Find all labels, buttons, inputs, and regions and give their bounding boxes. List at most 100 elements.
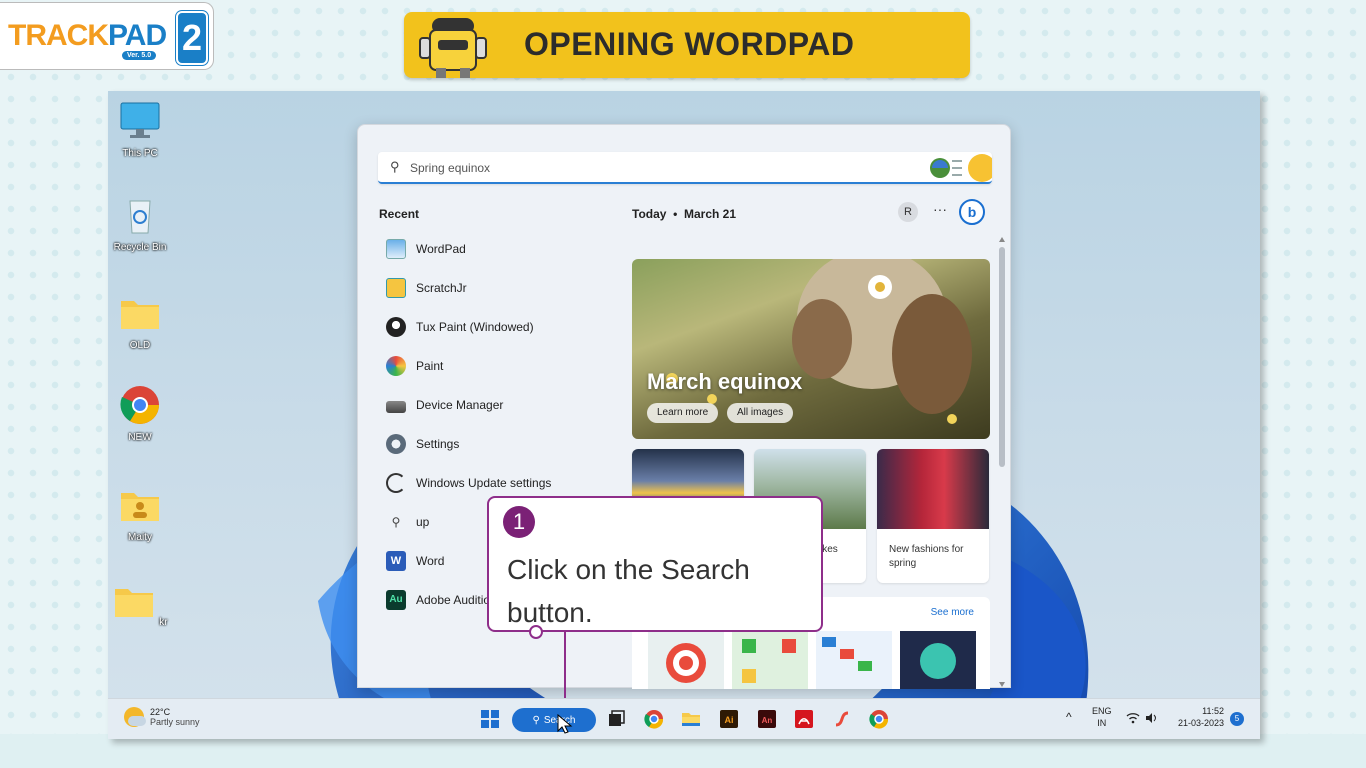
recent-item-word[interactable]: W Word xyxy=(386,549,444,573)
learn-more-button[interactable]: Learn more xyxy=(647,403,719,423)
recycle-bin-icon xyxy=(129,200,151,234)
desktop-icon-label: OLD xyxy=(129,340,151,351)
weather-condition: Partly sunny xyxy=(150,717,200,727)
recent-item-label: up xyxy=(416,515,430,529)
fashion-image xyxy=(877,449,989,529)
svg-text:Ai: Ai xyxy=(725,715,734,725)
refresh-icon xyxy=(386,473,406,493)
windows-start-icon[interactable] xyxy=(480,709,500,729)
logo-accent: PAD xyxy=(108,19,167,52)
recent-item-paint[interactable]: Paint xyxy=(386,354,443,378)
weather-temp: 22°C xyxy=(150,707,171,717)
animate-icon[interactable]: An xyxy=(757,709,777,729)
svg-text:An: An xyxy=(762,716,773,725)
recent-item-scratchjr[interactable]: ScratchJr xyxy=(386,276,467,300)
recent-item-adobe-audition[interactable]: Au Adobe Auditio xyxy=(386,588,490,612)
banner-title: OPENING WORDPAD xyxy=(524,26,855,62)
task-view-icon[interactable] xyxy=(606,709,626,729)
today-date: March 21 xyxy=(684,207,737,221)
news-card-fashion[interactable]: New fashions for spring xyxy=(877,449,989,583)
hero-title: March equinox xyxy=(647,369,803,394)
weather-widget[interactable]: 22°C Partly sunny xyxy=(124,707,200,727)
desktop-icon-this-pc[interactable]: This PC xyxy=(112,101,168,159)
search-icon: ⚲ xyxy=(391,515,401,529)
wifi-icon[interactable] xyxy=(1126,711,1140,725)
callout-pin xyxy=(529,625,543,639)
instruction-text: Click on the Search button. xyxy=(507,554,750,628)
search-input[interactable] xyxy=(410,158,910,178)
search-icon: ⚲ xyxy=(390,159,400,174)
trackpad-logo: TRACKPAD Ver. 5.0 2 xyxy=(0,2,214,70)
clock-date: 21-03-2023 xyxy=(1177,718,1224,728)
clock-time: 11:52 xyxy=(1202,706,1224,716)
desktop-icon-kr[interactable]: kr xyxy=(112,581,168,628)
callout-pointer-line xyxy=(564,632,566,698)
more-options-icon[interactable]: ··· xyxy=(933,201,947,217)
chrome-icon[interactable] xyxy=(644,709,664,729)
desktop-icon-label: kr xyxy=(159,617,168,628)
notification-badge[interactable]: 5 xyxy=(1230,712,1244,726)
recent-item-label: Paint xyxy=(416,359,444,373)
recent-heading: Recent xyxy=(379,207,420,221)
language-indicator[interactable]: ENG IN xyxy=(1092,705,1112,729)
recent-item-label: Word xyxy=(416,554,445,568)
gear-icon xyxy=(386,434,406,454)
hero-card[interactable]: March equinox Learn more All images xyxy=(632,259,990,439)
recent-item-label: WordPad xyxy=(416,242,466,256)
recent-item-device-manager[interactable]: Device Manager xyxy=(386,393,503,417)
taskbar-search-button[interactable]: ⚲ Search xyxy=(512,708,596,732)
desktop-icon-label: This PC xyxy=(122,148,158,159)
desktop-icon-recycle-bin[interactable]: Recycle Bin xyxy=(112,195,168,253)
instruction-callout: 1 Click on the Search button. xyxy=(487,496,823,632)
recent-item-up[interactable]: ⚲ up xyxy=(386,510,430,534)
user-avatar[interactable]: R xyxy=(898,202,918,222)
desktop-icon-label: Maity xyxy=(128,532,152,543)
chrome-profile-icon[interactable] xyxy=(869,709,889,729)
acrobat-icon[interactable] xyxy=(794,709,814,729)
robot-mascot-icon xyxy=(419,18,487,78)
recent-item-tux-paint[interactable]: Tux Paint (Windowed) xyxy=(386,315,534,339)
language-region: IN xyxy=(1097,718,1107,728)
wordpad-icon xyxy=(386,239,406,259)
illustrator-icon[interactable]: Ai xyxy=(719,709,739,729)
folder-icon xyxy=(121,301,159,329)
bing-icon[interactable]: b xyxy=(959,199,985,225)
chevron-up-icon[interactable]: ^ xyxy=(1066,711,1072,723)
desktop-icon-maity[interactable]: Maity xyxy=(112,485,168,543)
recent-item-windows-update[interactable]: Windows Update settings xyxy=(386,471,551,495)
panel-scrollbar[interactable] xyxy=(998,237,1006,687)
partly-sunny-icon xyxy=(124,707,146,727)
desktop-icon-new[interactable]: NEW xyxy=(112,385,168,443)
recent-item-label: Settings xyxy=(416,437,460,451)
mouse-cursor-icon xyxy=(557,713,573,734)
recent-item-settings[interactable]: Settings xyxy=(386,432,459,456)
clock[interactable]: 11:52 21-03-2023 xyxy=(1170,705,1224,729)
logo-version: Ver. 5.0 xyxy=(122,51,157,60)
step-number: 1 xyxy=(503,506,535,538)
paint-icon xyxy=(386,356,406,376)
desktop-icon-old[interactable]: OLD xyxy=(112,293,168,351)
word-icon: W xyxy=(386,551,406,571)
tux-paint-icon xyxy=(386,317,406,337)
card-caption: ikes xyxy=(820,544,838,555)
recent-item-wordpad[interactable]: WordPad xyxy=(386,237,466,261)
windows-desktop: This PC Recycle Bin OLD NEW Maity kr ⚲ R… xyxy=(108,91,1260,739)
language-code: ENG xyxy=(1092,706,1112,716)
search-box[interactable]: ⚲ xyxy=(378,152,992,184)
all-images-button[interactable]: All images xyxy=(727,403,794,423)
recent-item-label: ScratchJr xyxy=(416,281,467,295)
equinox-doodle-icon xyxy=(930,154,992,182)
audition-icon: Au xyxy=(386,590,406,610)
chrome-icon xyxy=(120,386,159,424)
recent-item-label: Device Manager xyxy=(416,398,504,412)
monitor-icon xyxy=(120,102,160,138)
recent-item-label: Windows Update settings xyxy=(416,476,552,490)
volume-icon[interactable] xyxy=(1144,711,1158,725)
recent-item-label: Tux Paint (Windowed) xyxy=(416,320,534,334)
logo-main: TRACK xyxy=(8,19,109,52)
app-s-icon[interactable] xyxy=(832,709,852,729)
file-explorer-icon[interactable] xyxy=(681,709,701,729)
logo-text: TRACKPAD xyxy=(8,19,167,53)
recent-item-label: Adobe Auditio xyxy=(416,593,491,607)
taskbar: 22°C Partly sunny ⚲ Search Ai An ^ ENG I… xyxy=(108,698,1260,739)
